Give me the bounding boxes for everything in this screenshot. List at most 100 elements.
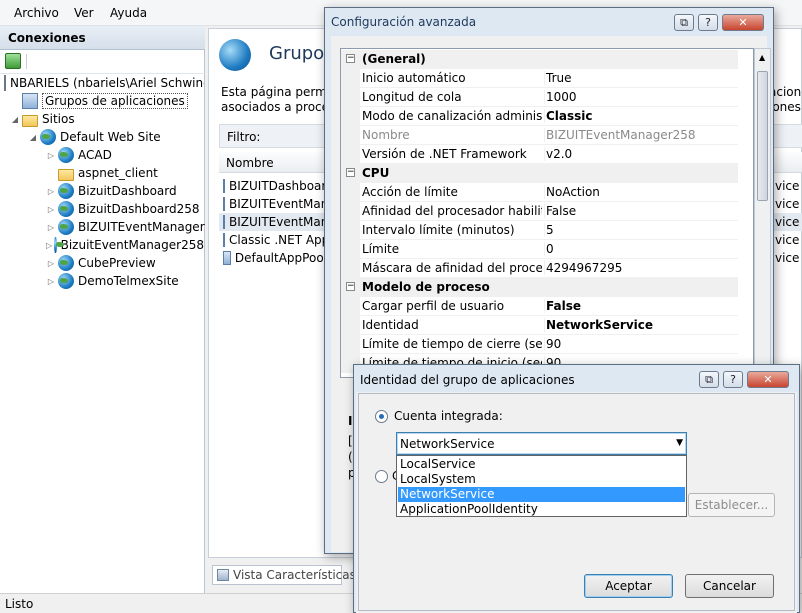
property-value[interactable]: False xyxy=(544,299,734,313)
property-value[interactable]: True xyxy=(544,71,734,85)
collapse-arrow-icon[interactable]: ◢ xyxy=(28,133,38,142)
tree-item-bizuitdashboard258[interactable]: ▷ BizuitDashboard258 xyxy=(46,200,200,218)
property-row[interactable]: Máscara de afinidad del procesador429496… xyxy=(341,259,738,278)
dropdown-option-selected[interactable]: NetworkService xyxy=(398,487,685,502)
property-value[interactable]: v2.0 xyxy=(544,147,734,161)
property-name: Cargar perfil de usuario xyxy=(362,299,505,313)
property-value[interactable]: NoAction xyxy=(544,185,734,199)
property-value[interactable]: Classic xyxy=(544,109,734,123)
tree-item-acad[interactable]: ▷ ACAD xyxy=(46,146,112,164)
expand-arrow-icon[interactable]: ▷ xyxy=(46,223,56,232)
menu-ver[interactable]: Ver xyxy=(74,6,94,20)
property-row[interactable]: Nombre BIZUITEventManager258 xyxy=(341,126,738,145)
property-row[interactable]: Inicio automático True xyxy=(341,69,738,88)
restore-icon[interactable]: ⧉ xyxy=(699,371,719,388)
help-icon[interactable]: ? xyxy=(723,371,743,388)
property-value[interactable]: BIZUITEventManager258 xyxy=(544,128,734,142)
connect-icon[interactable] xyxy=(5,53,21,69)
close-icon[interactable]: ✕ xyxy=(722,14,764,31)
tree-server-label: NBARIELS (nbariels\Ariel Schwindt) xyxy=(10,76,204,90)
restore-icon[interactable]: ⧉ xyxy=(674,14,694,31)
tree-app-pools[interactable]: Grupos de aplicaciones xyxy=(22,92,188,110)
list-item[interactable]: DefaultAppPool xyxy=(223,249,327,267)
collapse-arrow-icon[interactable]: ◢ xyxy=(10,115,20,124)
list-item[interactable]: BIZUITEventManager xyxy=(223,195,327,213)
property-category-label: (General) xyxy=(362,52,426,66)
list-item-label: BIZUITDashboard xyxy=(229,179,327,193)
expand-arrow-icon[interactable]: ▷ xyxy=(46,259,56,268)
property-value[interactable]: 1000 xyxy=(544,90,734,104)
property-row[interactable]: Intervalo límite (minutos) 5 xyxy=(341,221,738,240)
scrollbar-thumb[interactable] xyxy=(757,71,768,201)
expand-arrow-icon[interactable]: ▷ xyxy=(46,205,56,214)
dropdown-option[interactable]: LocalSystem xyxy=(398,472,685,487)
dropdown-option[interactable]: LocalService xyxy=(398,457,685,472)
tree-sites[interactable]: ◢ Sitios xyxy=(10,110,75,128)
property-row[interactable]: Versión de .NET Framework v2.0 xyxy=(341,145,738,164)
list-item[interactable]: BIZUITDashboard xyxy=(223,177,327,195)
property-value[interactable]: 90 xyxy=(544,337,734,351)
description-line-2: asociados a proces xyxy=(221,100,336,114)
property-value[interactable]: 0 xyxy=(544,242,734,256)
tree-item-cubepreview[interactable]: ▷ CubePreview xyxy=(46,254,156,272)
property-value[interactable]: NetworkService xyxy=(544,318,734,332)
property-category[interactable]: − Modelo de proceso xyxy=(341,278,738,297)
expand-arrow-icon[interactable]: ▷ xyxy=(46,187,56,196)
property-category[interactable]: − (General) xyxy=(341,50,738,69)
tree-default-site[interactable]: ◢ Default Web Site xyxy=(28,128,161,146)
property-row[interactable]: Modo de canalización administradaClassic xyxy=(341,107,738,126)
expand-arrow-icon[interactable]: ▷ xyxy=(46,277,56,286)
list-item[interactable]: Classic .NET AppPool xyxy=(223,231,327,249)
builtin-account-radio[interactable] xyxy=(375,410,388,423)
globe-icon xyxy=(58,183,74,199)
property-name: Nombre xyxy=(362,128,410,142)
property-row[interactable]: Límite de tiempo de cierre (segundos)90 xyxy=(341,335,738,354)
tree-server[interactable]: NBARIELS (nbariels\Ariel Schwindt) xyxy=(4,74,204,92)
property-value[interactable]: 4294967295 xyxy=(544,261,734,275)
set-button[interactable]: Establecer... xyxy=(688,493,775,517)
builtin-account-select[interactable]: NetworkService ▼ xyxy=(396,432,687,455)
status-text: Listo xyxy=(5,597,34,611)
chevron-down-icon[interactable]: ▼ xyxy=(676,438,683,448)
custom-account-radio[interactable] xyxy=(375,470,388,483)
connections-toolbar xyxy=(0,50,205,74)
property-grid-scrollbar[interactable]: ▲ xyxy=(754,48,771,378)
expand-arrow-icon[interactable]: ▷ xyxy=(46,151,56,160)
property-name: Versión de .NET Framework xyxy=(362,147,527,161)
tree-item-bizuiteventmanager258[interactable]: ▷ BizuitEventManager258 xyxy=(46,236,204,254)
column-name-header[interactable]: Nombre xyxy=(226,156,274,170)
collapse-icon[interactable]: − xyxy=(346,282,355,291)
ok-button[interactable]: Aceptar xyxy=(584,574,673,598)
menu-ayuda[interactable]: Ayuda xyxy=(110,6,147,20)
help-icon[interactable]: ? xyxy=(698,14,718,31)
tree-item-aspnet-client[interactable]: aspnet_client xyxy=(46,164,158,182)
tree-item-bizuitdashboard[interactable]: ▷ BizuitDashboard xyxy=(46,182,177,200)
tree-item-label: ACAD xyxy=(78,148,112,162)
collapse-icon[interactable]: − xyxy=(346,168,355,177)
scroll-up-icon[interactable]: ▲ xyxy=(759,53,765,62)
property-row[interactable]: Cargar perfil de usuario False xyxy=(341,297,738,316)
property-row[interactable]: Longitud de cola 1000 xyxy=(341,88,738,107)
property-row[interactable]: Límite 0 xyxy=(341,240,738,259)
property-row[interactable]: Identidad NetworkService xyxy=(341,316,738,335)
close-icon[interactable]: ✕ xyxy=(747,371,789,388)
property-name: Máscara de afinidad del procesador xyxy=(362,261,542,275)
globe-icon xyxy=(58,201,74,217)
dropdown-option[interactable]: ApplicationPoolIdentity xyxy=(398,502,685,517)
property-category[interactable]: − CPU xyxy=(341,164,738,183)
tab-features-view[interactable]: Vista Características xyxy=(212,565,356,585)
property-value[interactable]: 5 xyxy=(544,223,734,237)
menu-archivo[interactable]: Archivo xyxy=(14,6,59,20)
property-value[interactable]: False xyxy=(544,204,734,218)
cancel-button[interactable]: Cancelar xyxy=(685,574,774,598)
property-name: Modo de canalización administrada xyxy=(362,109,542,123)
expand-arrow-icon[interactable]: ▷ xyxy=(46,241,52,250)
tree-item-demotelmexsite[interactable]: ▷ DemoTelmexSite xyxy=(46,272,179,290)
property-row[interactable]: Afinidad del procesador habilitadaFalse xyxy=(341,202,738,221)
property-gutter xyxy=(341,335,360,354)
property-gutter xyxy=(341,145,360,164)
tree-item-bizuiteventmanager[interactable]: ▷ BIZUITEventManager xyxy=(46,218,205,236)
property-row[interactable]: Acción de límite NoAction xyxy=(341,183,738,202)
list-item[interactable]: BIZUITEventManager258 xyxy=(223,213,327,231)
collapse-icon[interactable]: − xyxy=(346,54,355,63)
